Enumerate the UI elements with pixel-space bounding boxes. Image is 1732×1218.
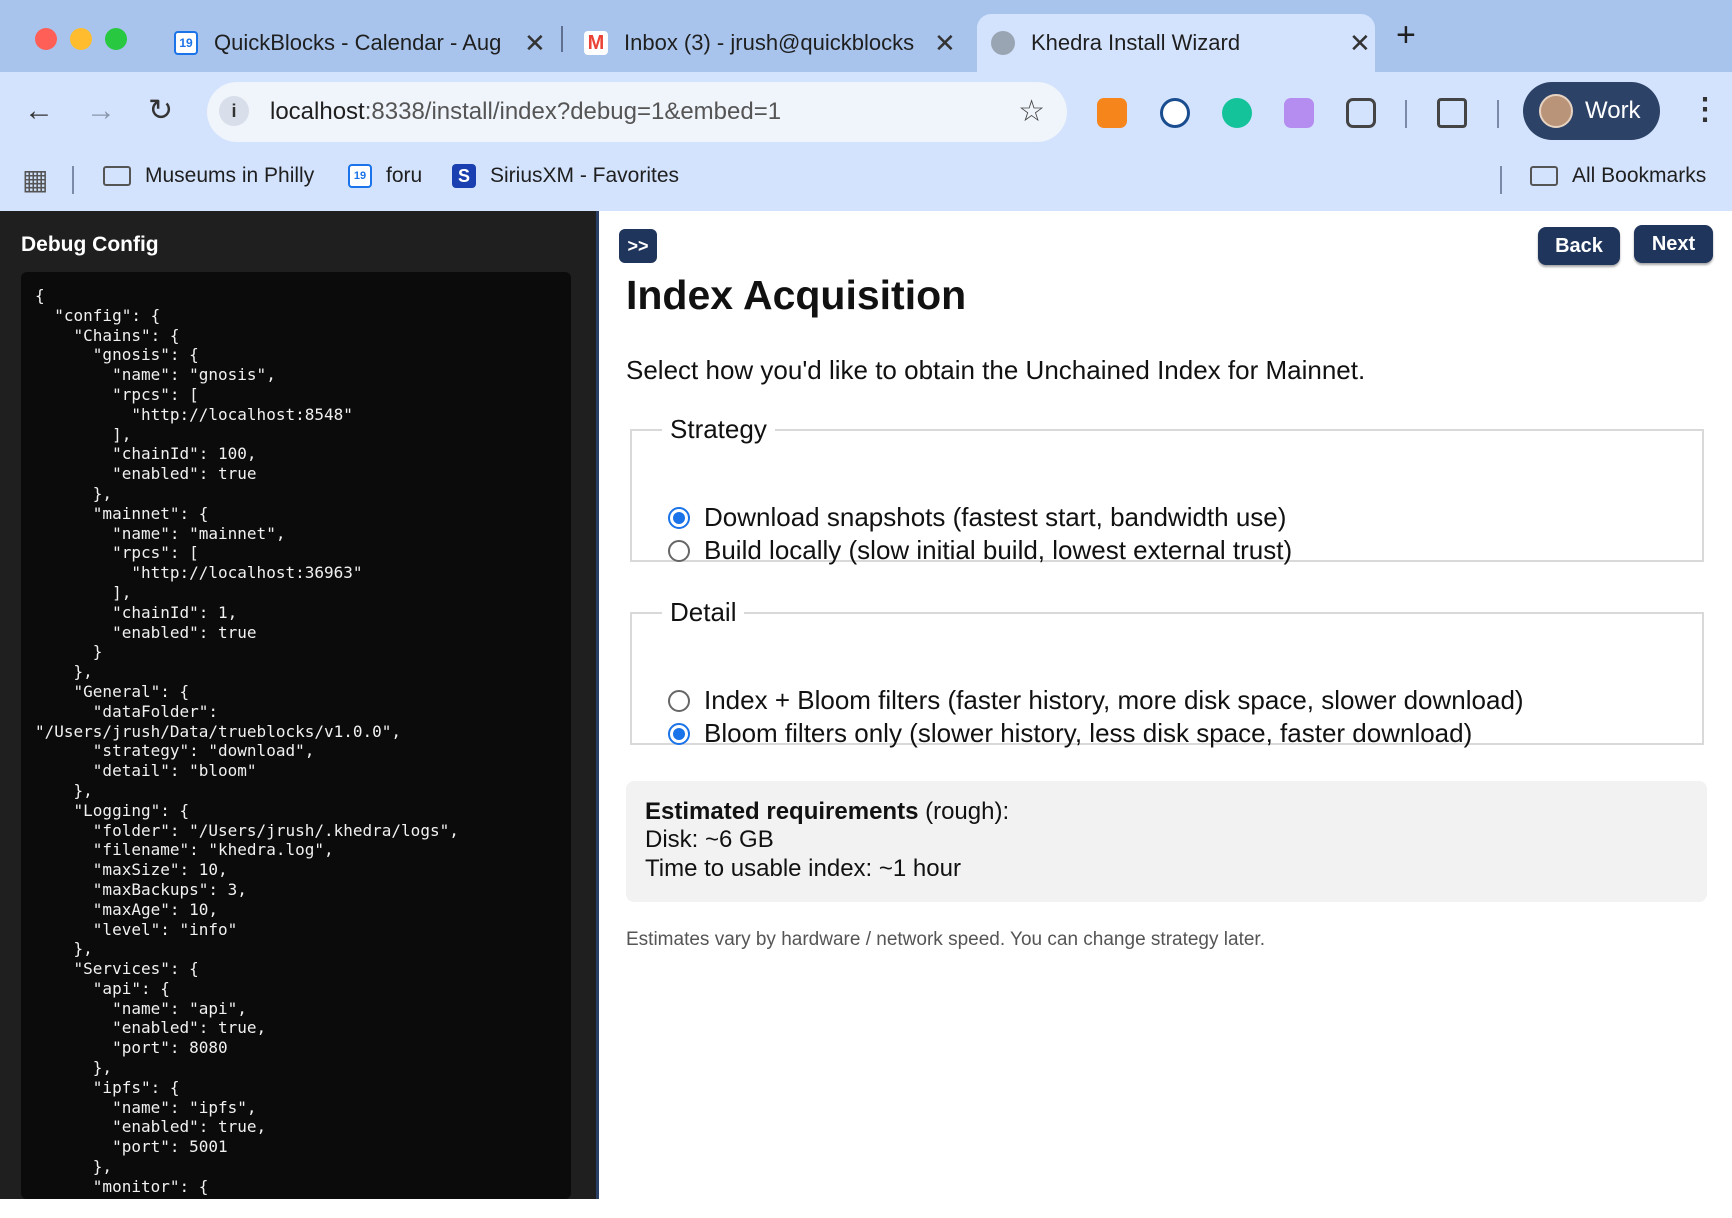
url-host: localhost (270, 98, 365, 125)
estimate-heading: Estimated requirements (rough): (645, 798, 1009, 826)
strategy-legend: Strategy (670, 414, 767, 444)
all-bookmarks-label: All Bookmarks (1572, 164, 1707, 187)
close-icon[interactable]: ✕ (934, 28, 956, 59)
new-tab-icon[interactable]: + (1396, 16, 1416, 55)
folder-icon (1530, 166, 1558, 186)
strategy-option-build[interactable]: Build locally (slow initial build, lowes… (668, 535, 1292, 566)
url-path: :8338/install/index?debug=1&embed=1 (364, 98, 782, 125)
siriusxm-icon: S (452, 164, 476, 188)
metamask-icon[interactable] (1097, 98, 1127, 128)
strategy-fieldset: Strategy Download snapshots (fastest sta… (630, 414, 1704, 565)
estimate-box: Estimated requirements (rough): Disk: ~6… (626, 781, 1707, 902)
back-arrow-icon[interactable]: ← (24, 96, 54, 126)
toolbar: ← → ↻ i localhost:8338/install/index?deb… (0, 72, 1732, 152)
detail-fieldset: Detail Index + Bloom filters (faster his… (630, 597, 1704, 748)
estimate-heading-suffix: (rough): (918, 798, 1010, 825)
sparkle-extension-icon[interactable] (1284, 98, 1314, 128)
tab-calendar[interactable]: 19 QuickBlocks - Calendar - Aug ✕ (162, 14, 564, 72)
config-json: { "config": { "Chains": { "gnosis": { "n… (35, 286, 459, 1199)
bookmark-label: foru (386, 164, 423, 187)
extensions-puzzle-icon[interactable] (1346, 98, 1376, 128)
detail-option-bloom-only[interactable]: Bloom filters only (slower history, less… (668, 718, 1472, 749)
page-content: Debug Config { "config": { "Chains": { "… (0, 211, 1732, 1199)
bookmark-museums[interactable]: Museums in Philly (103, 164, 314, 188)
radio-unselected[interactable] (668, 539, 690, 562)
back-button[interactable]: Back (1538, 227, 1620, 265)
url-text[interactable]: localhost:8338/install/index?debug=1&emb… (270, 98, 781, 126)
profile-button[interactable]: Work (1523, 82, 1660, 140)
apps-grid-icon[interactable]: ▦ (22, 163, 48, 196)
debug-panel: Debug Config { "config": { "Chains": { "… (0, 211, 596, 1199)
option-label[interactable]: Bloom filters only (slower history, less… (704, 718, 1472, 749)
bookmark-foru[interactable]: 19 foru (348, 164, 422, 188)
detail-option-index-bloom[interactable]: Index + Bloom filters (faster history, m… (668, 685, 1524, 716)
bookmark-separator (1500, 166, 1502, 194)
all-bookmarks[interactable]: All Bookmarks (1530, 164, 1706, 188)
estimate-heading-label: Estimated requirements (645, 798, 919, 825)
radio-selected[interactable] (668, 722, 690, 745)
page-title: Index Acquisition (626, 272, 967, 318)
tab-strip: 19 QuickBlocks - Calendar - Aug ✕ M Inbo… (0, 0, 1732, 72)
estimate-time: Time to usable index: ~1 hour (645, 855, 961, 882)
close-icon[interactable]: ✕ (524, 28, 546, 59)
debug-title: Debug Config (21, 233, 159, 256)
browser-chrome: 19 QuickBlocks - Calendar - Aug ✕ M Inbo… (0, 0, 1732, 211)
address-bar[interactable]: i localhost:8338/install/index?debug=1&e… (207, 82, 1067, 142)
folder-icon (103, 166, 131, 186)
toolbar-separator (1405, 100, 1407, 128)
tab-separator (561, 26, 563, 52)
kebab-menu-icon[interactable]: ⋮ (1690, 92, 1720, 127)
option-label[interactable]: Build locally (slow initial build, lowes… (704, 535, 1292, 566)
radio-selected[interactable] (668, 506, 690, 529)
estimate-note: Estimates vary by hardware / network spe… (626, 929, 1265, 950)
minimize-window-button[interactable] (70, 28, 92, 50)
avatar (1539, 94, 1573, 128)
bookmark-label: SiriusXM - Favorites (490, 164, 680, 187)
forward-arrow-icon[interactable]: → (86, 96, 116, 126)
estimate-disk: Disk: ~6 GB (645, 826, 774, 853)
profile-label: Work (1585, 97, 1641, 124)
gmail-icon: M (584, 31, 608, 55)
option-label[interactable]: Index + Bloom filters (faster history, m… (704, 685, 1524, 716)
tab-khedra[interactable]: Khedra Install Wizard ✕ (977, 14, 1375, 72)
info-icon[interactable]: i (219, 96, 249, 126)
tab-title: Inbox (3) - jrush@quickblocks (624, 30, 915, 55)
tab-title: QuickBlocks - Calendar - Aug (214, 30, 502, 55)
bookmark-siriusxm[interactable]: S SiriusXM - Favorites (452, 164, 679, 188)
bookmark-label: Museums in Philly (145, 164, 315, 187)
calendar-icon: 19 (348, 164, 372, 188)
next-button[interactable]: Next (1634, 225, 1713, 263)
zoom-window-button[interactable] (105, 28, 127, 50)
calendar-icon: 19 (174, 31, 198, 55)
globe-icon (991, 31, 1015, 55)
debug-config-code[interactable]: { "config": { "Chains": { "gnosis": { "n… (21, 272, 571, 1199)
strategy-option-download[interactable]: Download snapshots (fastest start, bandw… (668, 502, 1286, 533)
bookmarks-bar: ▦ Museums in Philly 19 foru S SiriusXM -… (0, 152, 1732, 210)
password-manager-icon[interactable] (1160, 98, 1190, 128)
grammarly-icon[interactable] (1222, 98, 1252, 128)
tab-title: Khedra Install Wizard (1031, 30, 1241, 55)
tab-search-icon[interactable] (1437, 98, 1467, 128)
reload-icon[interactable]: ↻ (148, 96, 173, 126)
radio-unselected[interactable] (668, 689, 690, 712)
detail-legend: Detail (670, 597, 737, 627)
page-subtitle: Select how you'd like to obtain the Unch… (626, 355, 1366, 385)
collapse-debug-button[interactable]: >> (619, 229, 657, 263)
tab-inbox[interactable]: M Inbox (3) - jrush@quickblocks ✕ (572, 14, 974, 72)
bookmark-separator (72, 166, 74, 194)
close-icon[interactable]: ✕ (1349, 28, 1371, 59)
wizard-panel: >> Back Next Index Acquisition Select ho… (599, 211, 1732, 1199)
close-window-button[interactable] (35, 28, 57, 50)
option-label[interactable]: Download snapshots (fastest start, bandw… (704, 502, 1286, 533)
toolbar-separator (1497, 100, 1499, 128)
star-icon[interactable]: ☆ (1018, 94, 1045, 129)
